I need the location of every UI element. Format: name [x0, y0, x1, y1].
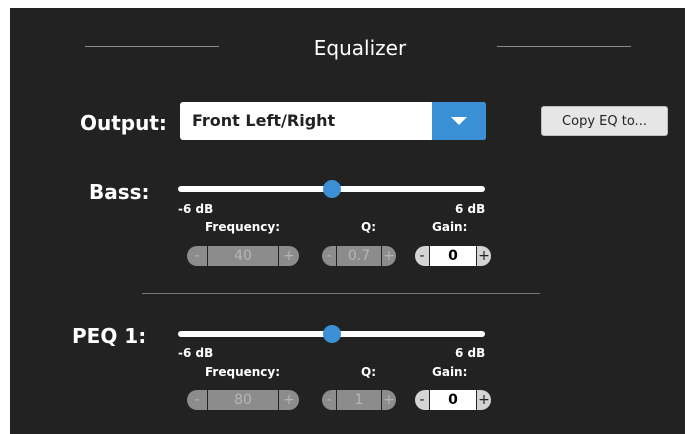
- frequency-value: 80: [208, 390, 278, 410]
- decrement-button[interactable]: -: [322, 390, 336, 410]
- q-stepper[interactable]: - 1 +: [322, 390, 396, 410]
- gain-value[interactable]: 0: [430, 390, 476, 410]
- page-title: Equalizer: [313, 36, 407, 60]
- slider-min-label: -6 dB: [178, 202, 214, 216]
- slider-max-label: 6 dB: [455, 202, 486, 216]
- equalizer-panel: Equalizer Output: Front Left/Right Copy …: [10, 8, 685, 434]
- copy-eq-button[interactable]: Copy EQ to...: [541, 106, 668, 136]
- frequency-stepper[interactable]: - 40 +: [187, 246, 299, 266]
- title-divider-left: [85, 46, 219, 47]
- band-label: PEQ 1:: [72, 324, 147, 348]
- gain-label: Gain:: [432, 220, 468, 234]
- increment-button[interactable]: +: [382, 246, 396, 266]
- q-value: 1: [337, 390, 381, 410]
- increment-button[interactable]: +: [477, 390, 491, 410]
- decrement-button[interactable]: -: [415, 246, 429, 266]
- increment-button[interactable]: +: [382, 390, 396, 410]
- decrement-button[interactable]: -: [187, 246, 207, 266]
- decrement-button[interactable]: -: [415, 390, 429, 410]
- decrement-button[interactable]: -: [187, 390, 207, 410]
- frequency-stepper[interactable]: - 80 +: [187, 390, 299, 410]
- slider-max-label: 6 dB: [455, 346, 486, 360]
- peq1-slider-thumb[interactable]: [322, 325, 341, 343]
- frequency-label: Frequency:: [205, 220, 281, 234]
- increment-button[interactable]: +: [279, 246, 299, 266]
- output-selected-value: Front Left/Right: [192, 111, 336, 130]
- output-dropdown-button[interactable]: [432, 102, 486, 140]
- title-divider-right: [497, 46, 631, 47]
- gain-label: Gain:: [432, 365, 468, 379]
- band-label: Bass:: [89, 180, 150, 204]
- q-stepper[interactable]: - 0.7 +: [322, 246, 396, 266]
- frequency-label: Frequency:: [205, 365, 281, 379]
- increment-button[interactable]: +: [279, 390, 299, 410]
- output-select[interactable]: Front Left/Right: [180, 102, 486, 140]
- slider-min-label: -6 dB: [178, 346, 214, 360]
- q-label: Q:: [361, 365, 376, 379]
- decrement-button[interactable]: -: [322, 246, 336, 266]
- frequency-value: 40: [208, 246, 278, 266]
- gain-value[interactable]: 0: [430, 246, 476, 266]
- q-label: Q:: [361, 220, 376, 234]
- increment-button[interactable]: +: [477, 246, 491, 266]
- bass-slider-thumb[interactable]: [322, 180, 341, 198]
- gain-stepper[interactable]: - 0 +: [415, 390, 491, 410]
- chevron-down-icon: [451, 117, 467, 125]
- gain-stepper[interactable]: - 0 +: [415, 246, 491, 266]
- band-divider: [142, 293, 540, 294]
- output-label: Output:: [80, 111, 167, 135]
- q-value: 0.7: [337, 246, 381, 266]
